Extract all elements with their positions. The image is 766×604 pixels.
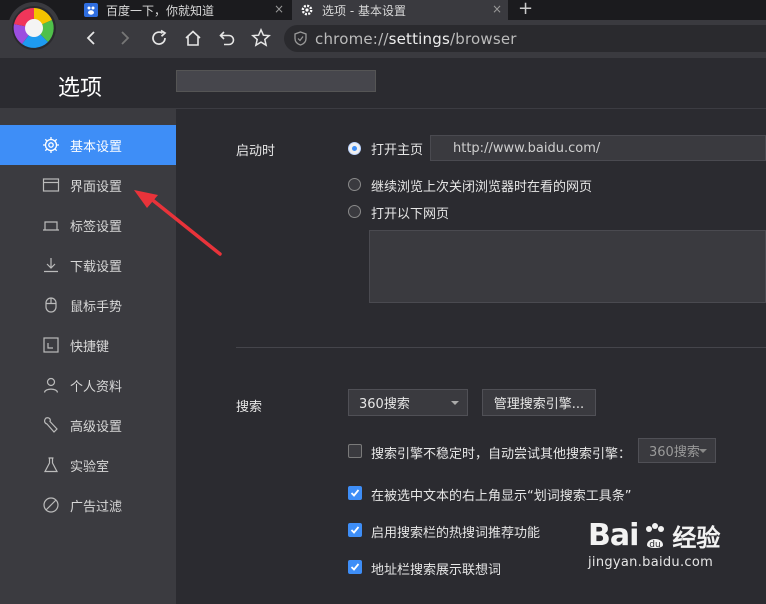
annotation-arrow-icon (134, 190, 222, 256)
watermark-site: jingyan.baidu.com (588, 555, 714, 570)
shield-icon (294, 31, 307, 46)
gear-icon (300, 3, 314, 17)
tab-baidu[interactable]: 百度一下，你就知道 × (76, 0, 290, 20)
checkbox-hot-search[interactable] (348, 523, 362, 537)
arrow-left-icon (86, 31, 95, 45)
settings-search-input[interactable] (176, 70, 376, 92)
forward-button[interactable] (114, 27, 136, 49)
tab-settings[interactable]: 选项 - 基本设置 × (292, 0, 508, 20)
back-button[interactable] (80, 27, 102, 49)
watermark-brand: Bai (588, 518, 639, 553)
sidebar-item-label: 快捷键 (70, 339, 110, 355)
sidebar-item-lab[interactable]: 实验室 (0, 445, 176, 485)
sidebar-item-label: 鼠标手势 (70, 299, 123, 315)
sidebar-item-basic[interactable]: 基本设置 (0, 125, 176, 165)
sidebar-item-label: 个人资料 (70, 379, 123, 395)
chevron-down-icon (451, 401, 459, 405)
sidebar-item-mouse-gesture[interactable]: 鼠标手势 (0, 285, 176, 325)
checkbox-address-suggest-label[interactable]: 地址栏搜索展示联想词 (371, 559, 501, 578)
settings-header (0, 58, 766, 109)
chevron-down-icon (699, 449, 707, 453)
new-tab-button[interactable]: + (518, 0, 533, 19)
sidebar-item-advanced[interactable]: 高级设置 (0, 405, 176, 445)
startup-pages-list[interactable] (369, 230, 766, 303)
arrow-right-icon (121, 31, 130, 45)
page-title: 选项 (58, 76, 103, 101)
search-section-label: 搜索 (236, 400, 263, 415)
mouse-icon (42, 296, 60, 314)
tab-close-icon[interactable]: × (492, 2, 502, 16)
checkmark-icon (350, 489, 360, 497)
bookmark-button[interactable] (250, 27, 272, 49)
reload-icon (152, 29, 167, 45)
sidebar-item-adblock[interactable]: 广告过滤 (0, 485, 176, 525)
fallback-engine-value: 360搜索 (649, 445, 700, 460)
radio-open-homepage[interactable] (348, 142, 361, 155)
sidebar-item-profile[interactable]: 个人资料 (0, 365, 176, 405)
watermark-brand-suffix: 经验 (672, 524, 721, 552)
homepage-url-value: http://www.baidu.com/ (453, 141, 601, 156)
checkbox-auto-fallback-label[interactable]: 搜索引擎不稳定时，自动尝试其他搜索引擎： (371, 443, 631, 462)
search-engine-select[interactable]: 360搜索 (348, 389, 468, 416)
sidebar-item-label: 广告过滤 (70, 499, 123, 515)
checkbox-hot-search-label[interactable]: 启用搜索栏的热搜词推荐功能 (371, 522, 540, 541)
sidebar-item-label: 下载设置 (70, 259, 123, 275)
tab-title: 选项 - 基本设置 (322, 3, 406, 18)
search-engine-value: 360搜索 (359, 397, 410, 412)
radio-open-pages[interactable] (348, 205, 361, 218)
window-icon (42, 176, 60, 194)
radio-open-pages-label[interactable]: 打开以下网页 (371, 203, 449, 222)
reload-button[interactable] (148, 27, 170, 49)
sidebar-item-label: 标签设置 (70, 219, 123, 235)
sidebar-item-label: 高级设置 (70, 419, 123, 435)
home-icon (185, 30, 201, 46)
url-path: /browser (450, 29, 517, 48)
sidebar-item-label: 实验室 (70, 459, 110, 475)
checkmark-icon (350, 526, 360, 534)
wrench-icon (42, 416, 60, 434)
startup-section-label: 启动时 (236, 144, 276, 159)
undo-close-tab-button[interactable] (216, 27, 238, 49)
tab-title: 百度一下，你就知道 (106, 3, 215, 18)
checkbox-address-suggest[interactable] (348, 560, 362, 574)
checkbox-selection-toolbar[interactable] (348, 486, 362, 500)
baidu-favicon-icon (84, 3, 98, 17)
checkbox-auto-fallback[interactable] (348, 444, 362, 458)
section-divider (236, 347, 766, 348)
tab-icon (42, 216, 60, 234)
manage-search-engines-button[interactable]: 管理搜索引擎... (482, 389, 596, 416)
svg-text:du: du (650, 540, 661, 550)
homepage-url-field[interactable]: http://www.baidu.com/ (430, 135, 766, 161)
url-scheme: chrome:// (315, 29, 389, 48)
tab-close-icon[interactable]: × (274, 2, 284, 16)
radio-continue-last-session[interactable] (348, 178, 361, 191)
url-host: settings (388, 29, 450, 48)
address-bar[interactable]: chrome://settings/browser (284, 25, 766, 52)
paw-icon: du (640, 521, 670, 551)
block-icon (42, 496, 60, 514)
undo-icon (219, 31, 235, 46)
radio-continue-last-session-label[interactable]: 继续浏览上次关闭浏览器时在看的网页 (371, 176, 592, 195)
sidebar-item-shortcuts[interactable]: 快捷键 (0, 325, 176, 365)
baidu-jingyan-watermark: Bai du 经验 jingyan.baidu.com (588, 518, 720, 570)
sidebar-item-label: 基本设置 (70, 139, 123, 155)
flask-icon (42, 456, 60, 474)
sidebar-item-label: 界面设置 (70, 179, 123, 195)
fallback-engine-select[interactable]: 360搜索 (638, 438, 716, 463)
gear-icon (42, 136, 60, 154)
browser-logo-icon[interactable] (8, 2, 60, 54)
home-button[interactable] (182, 27, 204, 49)
address-url: chrome://settings/browser (315, 30, 517, 48)
star-icon (251, 28, 271, 47)
radio-open-homepage-label[interactable]: 打开主页 (371, 139, 423, 158)
checkbox-selection-toolbar-label[interactable]: 在被选中文本的右上角显示“划词搜索工具条” (371, 485, 631, 504)
checkmark-icon (350, 563, 360, 571)
person-icon (42, 376, 60, 394)
download-icon (42, 256, 60, 274)
shortcut-icon (42, 336, 60, 354)
